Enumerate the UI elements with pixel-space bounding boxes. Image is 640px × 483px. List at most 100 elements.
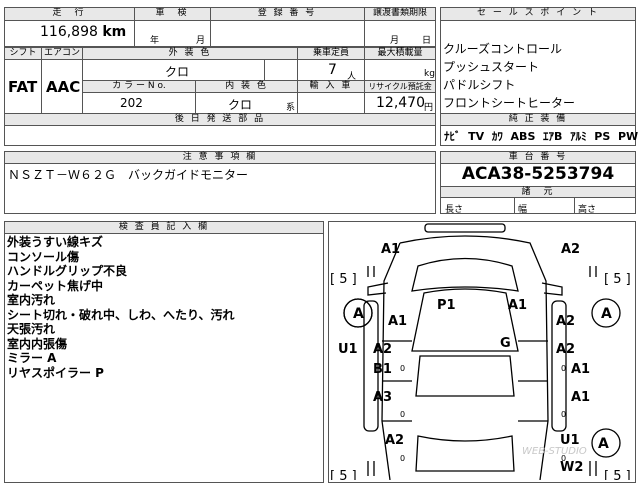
diagram-label: A1 xyxy=(508,298,527,313)
inspector-line: カーペット焦げ中 xyxy=(7,278,104,293)
exterior-color-header: 外 装 色 xyxy=(83,48,297,59)
length-label: 長さ xyxy=(445,205,464,215)
diagram-label: A xyxy=(601,306,612,322)
divider xyxy=(4,233,324,234)
width-label: 幅 xyxy=(518,205,528,215)
watermark: WEB-STUDIO xyxy=(522,446,587,457)
sales-point: クルーズコントロール xyxy=(443,42,563,56)
body-outline xyxy=(381,235,549,480)
trunk-shape xyxy=(415,435,515,472)
diagram-label: G xyxy=(500,336,511,351)
equipment-item: ABS xyxy=(510,130,536,143)
equipment-item: ﾅﾋﾞ xyxy=(444,130,461,143)
sales-point: プッシュスタート xyxy=(443,60,540,74)
inspector-line: ハンドルグリップ不良 xyxy=(7,264,128,278)
chassis-number: ACA38-5253794 xyxy=(461,164,615,184)
equipment-item: ｴｱB xyxy=(543,130,563,143)
sales-point: フロントシートヒーター xyxy=(443,96,576,110)
diagram-label: B1 xyxy=(373,362,392,377)
equipment-item: TV xyxy=(468,130,485,143)
height-label: 高さ xyxy=(578,205,597,215)
shift-value: FAT xyxy=(8,78,38,96)
diagram-label: [ 5 ] xyxy=(330,469,357,480)
interior-color-value: クロ xyxy=(228,98,253,112)
load-unit: kg xyxy=(424,69,435,79)
import-header: 輸 入 車 xyxy=(298,81,364,92)
right-mirror xyxy=(541,282,563,296)
mileage-value: 116,898 km xyxy=(40,24,127,40)
diagram-label: A3 xyxy=(373,390,392,405)
year-unit: 年 xyxy=(150,36,160,46)
diagram-label: A1 xyxy=(571,362,590,377)
diagram-label: A xyxy=(598,436,609,452)
diagram-label: A2 xyxy=(385,433,404,448)
hood-shape xyxy=(411,257,519,292)
divider xyxy=(4,59,436,60)
diagram-label: A1 xyxy=(388,314,407,329)
diagram-label: A2 xyxy=(556,342,575,357)
diagram-label: A xyxy=(353,306,364,322)
sales-points-list: クルーズコントロール プッシュスタート パドルシフト フロントシートヒーター xyxy=(443,40,575,112)
inspector-line: シート切れ・破れ中、しわ、へたり、汚れ xyxy=(7,307,235,322)
month-unit: 月 xyxy=(196,36,206,46)
shift-header: シフト xyxy=(5,48,41,59)
inspector-line: 室内汚れ xyxy=(7,293,56,307)
diagram-label: A1 xyxy=(571,390,590,405)
chassis-header: 車 台 番 号 xyxy=(441,152,635,163)
equipment-item: ｱﾙﾐ xyxy=(570,130,587,143)
diagram-label: A2 xyxy=(561,242,580,257)
color-no-value: 202 xyxy=(120,96,143,110)
equipment-list: ﾅﾋﾞ TV ｶﾜ ABS ｴｱB ｱﾙﾐ PS PW xyxy=(444,128,638,144)
notes-text: ＮＳＺＴ－Ｗ６２Ｇ バックガイドモニター xyxy=(8,168,249,182)
divider xyxy=(364,7,365,47)
divider xyxy=(440,125,636,126)
inspector-line: 室内内張傷 xyxy=(7,336,68,351)
transfer-day: 日 xyxy=(422,36,432,46)
divider xyxy=(440,197,636,198)
max-load-header: 最大積載量 xyxy=(365,48,435,59)
divider xyxy=(134,7,135,47)
ac-header: エアコン xyxy=(42,48,82,59)
capacity-value: 7 xyxy=(328,62,337,78)
diagram-label: A2 xyxy=(556,314,575,329)
inspector-line: 外装うすい線キズ xyxy=(7,235,104,249)
spec-frame xyxy=(4,47,436,146)
dimensions-header: 諸 元 xyxy=(441,187,635,197)
divider xyxy=(440,20,636,21)
diagram-label: A2 xyxy=(373,342,392,357)
divider xyxy=(264,60,265,80)
divider xyxy=(4,125,436,126)
equipment-item: PS xyxy=(594,130,611,143)
exterior-color-value: クロ xyxy=(165,65,190,79)
capacity-header: 乗車定員 xyxy=(298,48,364,59)
interior-color-header: 内 装 色 xyxy=(196,81,297,92)
diagram-zero: 0 xyxy=(400,454,405,463)
inspector-notes: 外装うすい線キズ コンソール傷 ハンドルグリップ不良 カーペット焦げ中 室内汚れ… xyxy=(7,235,235,380)
interior-color-suffix: 系 xyxy=(286,103,296,113)
inspector-line: リヤスポイラー P xyxy=(7,365,104,380)
equipment-item: ｶﾜ xyxy=(491,130,503,143)
divider xyxy=(4,163,436,164)
divider xyxy=(514,197,515,214)
divider xyxy=(195,80,196,113)
diagram-label: [ 5 ] xyxy=(604,272,631,287)
diagram-zero: 0 xyxy=(561,410,566,419)
divider xyxy=(574,197,575,214)
recycle-header: リサイクル預託金 xyxy=(365,81,435,92)
divider xyxy=(210,7,211,47)
diagram-label: [ 5 ] xyxy=(330,272,357,287)
divider xyxy=(4,20,436,21)
color-no-header: カ ラ ー N o. xyxy=(83,81,195,92)
recycle-value: 12,470 xyxy=(376,95,425,111)
notes-header: 注 意 事 項 欄 xyxy=(5,152,435,163)
retrofit-parts-header: 後 日 発 送 部 品 xyxy=(5,114,435,125)
diagram-label: [ 5 ] xyxy=(604,469,631,480)
diagram-zero: 0 xyxy=(561,364,566,373)
diagram-label: P1 xyxy=(437,298,456,313)
front-bumper-shape xyxy=(424,223,506,233)
sales-point: パドルシフト xyxy=(443,78,516,92)
divider xyxy=(82,92,436,93)
equipment-item: PW xyxy=(617,130,639,143)
roof-shape xyxy=(415,355,515,397)
inspector-line: ミラー A xyxy=(7,351,57,365)
